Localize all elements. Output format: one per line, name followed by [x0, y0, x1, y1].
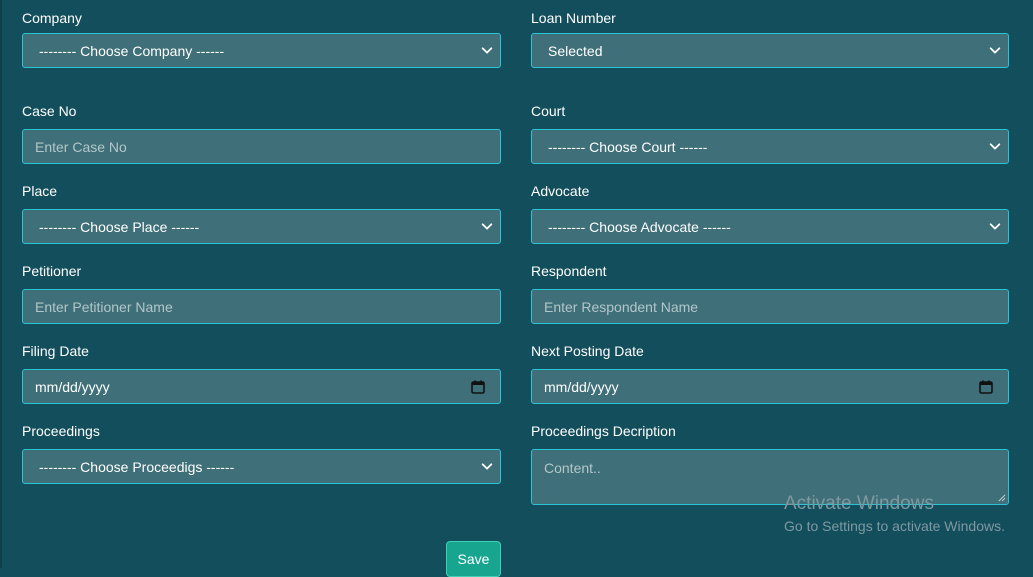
proceedings-description-label: Proceedings Decription: [531, 423, 676, 439]
company-label: Company: [22, 10, 82, 26]
advocate-select[interactable]: -------- Choose Advocate ------: [531, 209, 1009, 244]
calendar-icon[interactable]: [978, 379, 994, 395]
chevron-down-icon: [989, 47, 1001, 54]
next-posting-date-input[interactable]: mm/dd/yyyy: [531, 369, 1009, 404]
respondent-label: Respondent: [531, 263, 607, 279]
next-posting-date-value: mm/dd/yyyy: [544, 378, 619, 395]
place-select-value: -------- Choose Place ------: [39, 218, 200, 235]
filing-date-label: Filing Date: [22, 343, 89, 359]
court-label: Court: [531, 103, 566, 119]
respondent-placeholder: Enter Respondent Name: [544, 298, 699, 315]
proceedings-description-placeholder: Content..: [544, 460, 601, 476]
company-select[interactable]: -------- Choose Company ------: [22, 33, 501, 68]
chevron-down-icon: [481, 223, 493, 230]
filing-date-value: mm/dd/yyyy: [35, 378, 110, 395]
case-no-input[interactable]: Enter Case No: [22, 129, 501, 164]
place-label: Place: [22, 183, 58, 199]
proceedings-description-textarea[interactable]: Content..: [531, 449, 1009, 505]
filing-date-input[interactable]: mm/dd/yyyy: [22, 369, 501, 404]
activate-windows-subtitle: Go to Settings to activate Windows.: [784, 518, 1005, 534]
proceedings-select-value: -------- Choose Proceedigs ------: [39, 458, 235, 475]
advocate-select-value: -------- Choose Advocate ------: [548, 218, 731, 235]
chevron-down-icon: [989, 143, 1001, 150]
next-posting-date-label: Next Posting Date: [531, 343, 644, 359]
resize-grip-icon[interactable]: [997, 493, 1006, 502]
loan-number-select[interactable]: Selected: [531, 33, 1009, 68]
loan-number-select-value: Selected: [548, 42, 603, 59]
case-no-placeholder: Enter Case No: [35, 138, 127, 155]
activate-windows-title: Activate Windows: [784, 493, 934, 514]
page-left-edge: [0, 0, 2, 568]
calendar-icon[interactable]: [470, 379, 486, 395]
company-select-value: -------- Choose Company ------: [39, 42, 225, 59]
court-select[interactable]: -------- Choose Court ------: [531, 129, 1009, 164]
petitioner-label: Petitioner: [22, 263, 82, 279]
petitioner-placeholder: Enter Petitioner Name: [35, 298, 173, 315]
loan-number-label: Loan Number: [531, 10, 616, 26]
petitioner-input[interactable]: Enter Petitioner Name: [22, 289, 501, 324]
advocate-label: Advocate: [531, 183, 590, 199]
chevron-down-icon: [481, 47, 493, 54]
case-no-label: Case No: [22, 103, 77, 119]
save-button[interactable]: Save: [446, 541, 501, 577]
proceedings-select[interactable]: -------- Choose Proceedigs ------: [22, 449, 501, 484]
chevron-down-icon: [481, 463, 493, 470]
proceedings-label: Proceedings: [22, 423, 100, 439]
respondent-input[interactable]: Enter Respondent Name: [531, 289, 1009, 324]
court-select-value: -------- Choose Court ------: [548, 138, 708, 155]
chevron-down-icon: [989, 223, 1001, 230]
place-select[interactable]: -------- Choose Place ------: [22, 209, 501, 244]
